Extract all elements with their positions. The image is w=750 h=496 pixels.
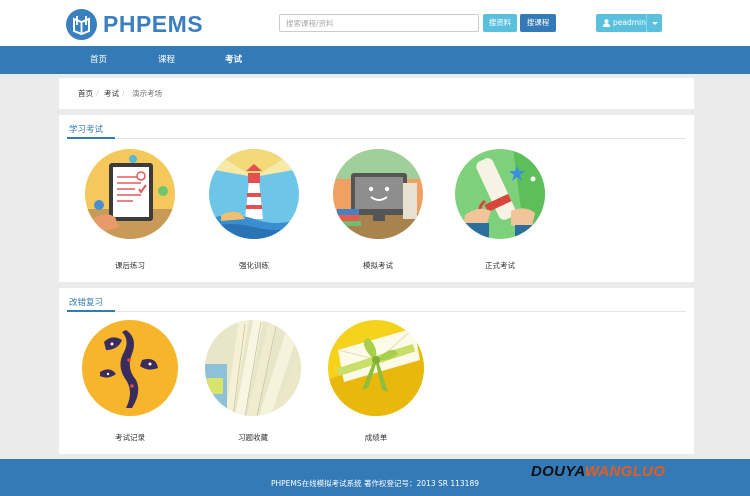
section-title: 学习考试 — [69, 125, 104, 135]
footer-copyright: PHPEMS在线模拟考试系统 著作权登记号：2013 SR 113189 — [271, 479, 479, 488]
tile-label: 习题收藏 — [238, 433, 268, 442]
logo-text: PHPEMS — [103, 10, 204, 37]
site-logo[interactable]: PHPEMS — [66, 8, 203, 40]
computer-monitor-icon — [333, 149, 423, 239]
section-title-underline — [67, 137, 115, 139]
footer: DOUYAWANGLUO PHPEMS在线模拟考试系统 著作权登记号：2013 … — [0, 459, 750, 496]
user-icon — [603, 19, 610, 27]
search-material-button[interactable]: 搜资料 — [483, 14, 517, 32]
exam-paper-icon — [85, 149, 175, 239]
error-review-section: 改错复习 考试记录 习题收藏 成绩单 — [59, 288, 694, 454]
user-menu-divider — [646, 14, 647, 32]
nav-exam[interactable]: 考试 — [225, 46, 242, 74]
breadcrumb-separator: / — [96, 89, 99, 98]
breadcrumb-separator: / — [122, 89, 125, 98]
lighthouse-icon — [209, 149, 299, 239]
tile-label: 强化训练 — [239, 261, 269, 270]
user-menu-button[interactable]: peadmin — [596, 14, 662, 32]
main-nav: 首页 课程 考试 — [0, 46, 750, 74]
caret-down-icon[interactable] — [652, 22, 658, 25]
book-pages-icon — [205, 320, 301, 416]
section-divider — [67, 311, 686, 312]
section-divider — [67, 138, 686, 139]
diploma-scroll-icon — [455, 149, 545, 239]
section-title: 改错复习 — [69, 298, 104, 308]
logo-book-icon — [66, 8, 97, 40]
user-name: peadmin — [613, 18, 646, 27]
tile-label: 考试记录 — [115, 433, 145, 442]
top-header: PHPEMS 搜资料 搜课程 peadmin — [0, 0, 750, 46]
search-course-button[interactable]: 搜课程 — [520, 14, 556, 32]
tile-label: 模拟考试 — [363, 261, 393, 270]
breadcrumb: 首页 / 考试 / 演示考场 — [59, 78, 694, 109]
tile-label: 课后练习 — [115, 261, 145, 270]
study-exam-section: 学习考试 课后练习 强化训练 模拟考试 正式考试 — [59, 115, 694, 282]
breadcrumb-exam[interactable]: 考试 — [104, 78, 119, 109]
breadcrumb-home[interactable]: 首页 — [78, 78, 93, 109]
section-title-underline — [67, 310, 115, 312]
nav-home[interactable]: 首页 — [90, 46, 107, 74]
breadcrumb-current: 演示考场 — [132, 89, 162, 98]
tile-label: 成绩单 — [364, 433, 388, 442]
search-input[interactable] — [279, 14, 479, 32]
nav-course[interactable]: 课程 — [158, 46, 175, 74]
tile-label: 正式考试 — [485, 261, 515, 270]
ribbon-envelope-icon — [328, 320, 424, 416]
abstract-figure-icon — [82, 320, 178, 416]
